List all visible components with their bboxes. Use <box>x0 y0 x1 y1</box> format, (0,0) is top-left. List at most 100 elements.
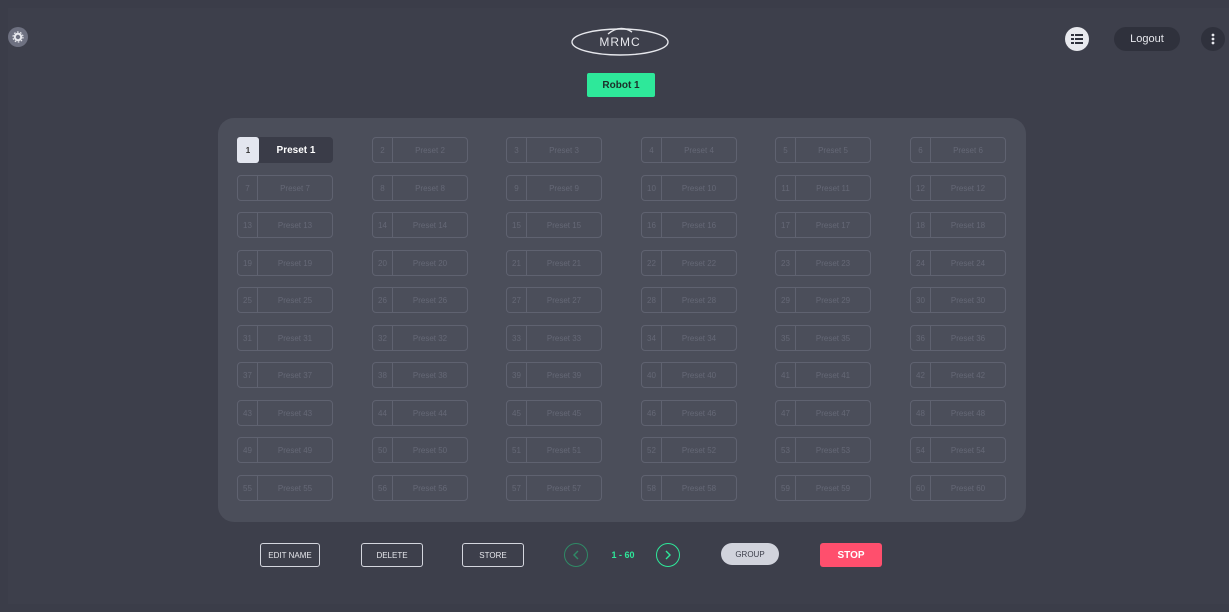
preset-button[interactable]: 15 Preset 15 <box>506 212 602 238</box>
preset-button[interactable]: 23 Preset 23 <box>775 250 871 276</box>
preset-button[interactable]: 45 Preset 45 <box>506 400 602 426</box>
edit-name-button[interactable]: EDIT NAME <box>260 543 320 567</box>
preset-number: 5 <box>776 138 796 162</box>
preset-label: Preset 41 <box>815 370 851 380</box>
preset-button[interactable]: 59 Preset 59 <box>775 475 871 501</box>
preset-button[interactable]: 41 Preset 41 <box>775 362 871 388</box>
preset-button[interactable]: 43 Preset 43 <box>237 400 333 426</box>
preset-button[interactable]: 57 Preset 57 <box>506 475 602 501</box>
preset-button[interactable]: 5 Preset 5 <box>775 137 871 163</box>
preset-button[interactable]: 20 Preset 20 <box>372 250 468 276</box>
preset-button[interactable]: 7 Preset 7 <box>237 175 333 201</box>
preset-button[interactable]: 50 Preset 50 <box>372 437 468 463</box>
preset-button[interactable]: 21 Preset 21 <box>506 250 602 276</box>
group-button[interactable]: GROUP <box>721 543 779 565</box>
preset-button[interactable]: 17 Preset 17 <box>775 212 871 238</box>
preset-number: 29 <box>776 288 796 312</box>
preset-number: 8 <box>373 176 393 200</box>
preset-button[interactable]: 1 Preset 1 <box>237 137 333 163</box>
preset-button[interactable]: 12 Preset 12 <box>910 175 1006 201</box>
preset-label: Preset 51 <box>546 445 582 455</box>
preset-button[interactable]: 52 Preset 52 <box>641 437 737 463</box>
preset-button[interactable]: 35 Preset 35 <box>775 325 871 351</box>
preset-button[interactable]: 25 Preset 25 <box>237 287 333 313</box>
preset-button[interactable]: 36 Preset 36 <box>910 325 1006 351</box>
preset-button[interactable]: 31 Preset 31 <box>237 325 333 351</box>
preset-number: 45 <box>507 401 527 425</box>
preset-button[interactable]: 29 Preset 29 <box>775 287 871 313</box>
preset-button[interactable]: 16 Preset 16 <box>641 212 737 238</box>
preset-button[interactable]: 33 Preset 33 <box>506 325 602 351</box>
preset-button[interactable]: 56 Preset 56 <box>372 475 468 501</box>
preset-button[interactable]: 22 Preset 22 <box>641 250 737 276</box>
preset-button[interactable]: 30 Preset 30 <box>910 287 1006 313</box>
preset-number: 30 <box>911 288 931 312</box>
preset-button[interactable]: 18 Preset 18 <box>910 212 1006 238</box>
preset-button[interactable]: 19 Preset 19 <box>237 250 333 276</box>
preset-button[interactable]: 26 Preset 26 <box>372 287 468 313</box>
preset-button[interactable]: 9 Preset 9 <box>506 175 602 201</box>
preset-button[interactable]: 46 Preset 46 <box>641 400 737 426</box>
preset-button[interactable]: 32 Preset 32 <box>372 325 468 351</box>
preset-button[interactable]: 14 Preset 14 <box>372 212 468 238</box>
preset-button[interactable]: 39 Preset 39 <box>506 362 602 388</box>
preset-number: 24 <box>911 251 931 275</box>
preset-button[interactable]: 34 Preset 34 <box>641 325 737 351</box>
preset-label: Preset 44 <box>412 408 448 418</box>
preset-button[interactable]: 10 Preset 10 <box>641 175 737 201</box>
robot-select-button[interactable]: Robot 1 <box>587 73 655 97</box>
gear-icon[interactable] <box>8 27 28 47</box>
store-button[interactable]: STORE <box>462 543 524 567</box>
grid-view-icon[interactable] <box>1065 27 1089 51</box>
preset-button[interactable]: 60 Preset 60 <box>910 475 1006 501</box>
preset-button[interactable]: 37 Preset 37 <box>237 362 333 388</box>
preset-button[interactable]: 55 Preset 55 <box>237 475 333 501</box>
preset-label: Preset 20 <box>412 258 448 268</box>
preset-button[interactable]: 27 Preset 27 <box>506 287 602 313</box>
preset-button[interactable]: 58 Preset 58 <box>641 475 737 501</box>
preset-label: Preset 39 <box>546 370 582 380</box>
kebab-menu-icon[interactable] <box>1201 27 1225 51</box>
preset-button[interactable]: 28 Preset 28 <box>641 287 737 313</box>
preset-label: Preset 18 <box>950 220 986 230</box>
preset-number: 41 <box>776 363 796 387</box>
preset-button[interactable]: 53 Preset 53 <box>775 437 871 463</box>
previous-page-button[interactable] <box>564 543 588 567</box>
preset-number: 48 <box>911 401 931 425</box>
preset-number: 33 <box>507 326 527 350</box>
chevron-left-icon <box>573 550 579 560</box>
next-page-button[interactable] <box>656 543 680 567</box>
preset-button[interactable]: 3 Preset 3 <box>506 137 602 163</box>
stop-button[interactable]: STOP <box>820 543 882 567</box>
preset-label: Preset 27 <box>546 295 582 305</box>
preset-button[interactable]: 42 Preset 42 <box>910 362 1006 388</box>
delete-button[interactable]: DELETE <box>361 543 423 567</box>
preset-button[interactable]: 38 Preset 38 <box>372 362 468 388</box>
preset-button[interactable]: 2 Preset 2 <box>372 137 468 163</box>
preset-number: 13 <box>238 213 258 237</box>
preset-button[interactable]: 24 Preset 24 <box>910 250 1006 276</box>
logout-button[interactable]: Logout <box>1114 27 1180 51</box>
preset-button[interactable]: 44 Preset 44 <box>372 400 468 426</box>
preset-label: Preset 2 <box>415 145 445 155</box>
preset-label: Preset 36 <box>950 333 986 343</box>
preset-button[interactable]: 54 Preset 54 <box>910 437 1006 463</box>
preset-number: 28 <box>642 288 662 312</box>
preset-button[interactable]: 13 Preset 13 <box>237 212 333 238</box>
preset-button[interactable]: 11 Preset 11 <box>775 175 871 201</box>
preset-button[interactable]: 40 Preset 40 <box>641 362 737 388</box>
preset-number: 37 <box>238 363 258 387</box>
preset-button[interactable]: 51 Preset 51 <box>506 437 602 463</box>
preset-button[interactable]: 4 Preset 4 <box>641 137 737 163</box>
preset-button[interactable]: 8 Preset 8 <box>372 175 468 201</box>
preset-label: Preset 31 <box>277 333 313 343</box>
preset-button[interactable]: 48 Preset 48 <box>910 400 1006 426</box>
preset-button[interactable]: 47 Preset 47 <box>775 400 871 426</box>
preset-label: Preset 47 <box>815 408 851 418</box>
preset-number: 3 <box>507 138 527 162</box>
preset-label: Preset 33 <box>546 333 582 343</box>
preset-label: Preset 16 <box>681 220 717 230</box>
preset-button[interactable]: 49 Preset 49 <box>237 437 333 463</box>
preset-label: Preset 15 <box>546 220 582 230</box>
preset-button[interactable]: 6 Preset 6 <box>910 137 1006 163</box>
